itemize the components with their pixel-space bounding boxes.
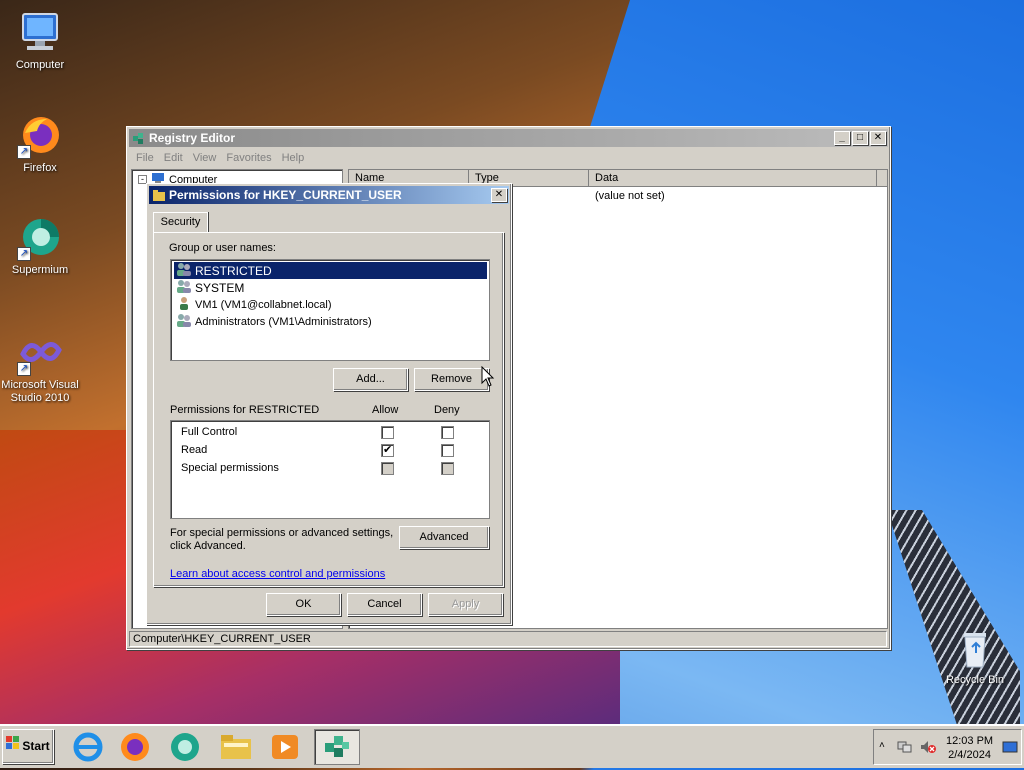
tab-security[interactable]: Security xyxy=(153,212,208,232)
allow-header: Allow xyxy=(372,404,399,416)
permissions-title: Permissions for HKEY_CURRENT_USER xyxy=(169,188,402,202)
special-deny-checkbox xyxy=(441,462,454,475)
desktop-icon-firefox[interactable]: ↗ Firefox xyxy=(0,113,80,175)
volume-muted-icon[interactable] xyxy=(920,740,936,757)
learn-more-link[interactable]: Learn about access control and permissio… xyxy=(170,568,385,580)
mouse-cursor-icon xyxy=(481,365,495,391)
recycle-bin-icon xyxy=(952,625,998,671)
show-desktop-icon[interactable] xyxy=(1002,740,1018,757)
regedit-taskbar-icon xyxy=(322,736,352,765)
dialog-close-button[interactable]: ✕ xyxy=(491,188,507,202)
visual-studio-icon: ↗ xyxy=(17,330,63,376)
special-permissions-text: For special permissions or advanced sett… xyxy=(170,527,394,552)
read-deny-checkbox[interactable] xyxy=(441,444,454,457)
group-icon xyxy=(176,262,192,279)
status-text: Computer\HKEY_CURRENT_USER xyxy=(133,633,311,645)
minimize-button[interactable]: _ xyxy=(834,131,850,145)
clock[interactable]: 12:03 PM 2/4/2024 xyxy=(946,734,993,762)
group-label: Group or user names: xyxy=(169,242,276,254)
deny-header: Deny xyxy=(434,404,460,416)
cancel-button[interactable]: Cancel xyxy=(347,593,422,616)
close-button[interactable]: ✕ xyxy=(870,131,886,145)
user-item-restricted[interactable]: RESTRICTED xyxy=(174,262,487,279)
perm-full-control: Full Control xyxy=(181,426,238,438)
ok-button[interactable]: OK xyxy=(266,593,341,616)
taskbar-media-player-icon[interactable] xyxy=(265,729,307,765)
taskbar: Start ˄ 12:03 PM 2/4/2024 xyxy=(0,724,1024,768)
firefox-icon: ↗ xyxy=(17,113,63,159)
menu-edit[interactable]: Edit xyxy=(159,149,188,167)
taskbar-supermium-icon[interactable] xyxy=(165,729,207,765)
permissions-dialog[interactable]: Permissions for HKEY_CURRENT_USER ✕ Secu… xyxy=(146,183,512,625)
regedit-icon xyxy=(132,131,146,145)
user-item-system[interactable]: SYSTEM xyxy=(174,279,244,296)
special-allow-checkbox xyxy=(381,462,394,475)
regedit-title: Registry Editor xyxy=(149,131,236,145)
users-list[interactable]: RESTRICTED SYSTEM VM1 (VM1@collabnet.loc… xyxy=(170,259,490,361)
menu-help[interactable]: Help xyxy=(277,149,310,167)
tray-expand-icon[interactable]: ˄ xyxy=(879,740,885,751)
desktop-icon-computer[interactable]: Computer xyxy=(0,10,80,72)
full-control-deny-checkbox[interactable] xyxy=(441,426,454,439)
folder-key-icon xyxy=(152,188,166,202)
user-name: Administrators (VM1\Administrators) xyxy=(195,315,372,328)
perm-special: Special permissions xyxy=(181,462,279,474)
start-button[interactable]: Start xyxy=(2,729,54,764)
windows-logo-icon xyxy=(6,730,20,763)
maximize-button[interactable]: □ xyxy=(852,131,868,145)
column-data[interactable]: Data xyxy=(589,170,877,187)
regedit-menubar: File Edit View Favorites Help xyxy=(131,149,309,167)
user-name: VM1 (VM1@collabnet.local) xyxy=(195,298,332,311)
full-control-allow-checkbox[interactable] xyxy=(381,426,394,439)
desktop-icon-visual-studio[interactable]: ↗ Microsoft Visual Studio 2010 xyxy=(0,330,80,405)
user-icon xyxy=(176,296,192,313)
supermium-icon: ↗ xyxy=(17,215,63,261)
taskbar-firefox-icon[interactable] xyxy=(115,729,157,765)
network-icon[interactable] xyxy=(897,740,913,757)
computer-icon xyxy=(17,10,63,56)
regedit-titlebar[interactable]: Registry Editor _ □ ✕ xyxy=(129,129,888,147)
permissions-for-label: Permissions for RESTRICTED xyxy=(170,404,320,416)
group-icon xyxy=(176,313,192,330)
menu-favorites[interactable]: Favorites xyxy=(221,149,276,167)
shortcut-arrow-icon: ↗ xyxy=(17,145,31,159)
user-name: RESTRICTED xyxy=(195,263,272,278)
user-item-vm1[interactable]: VM1 (VM1@collabnet.local) xyxy=(174,296,332,313)
advanced-button[interactable]: Advanced xyxy=(399,526,489,549)
perm-read: Read xyxy=(181,444,208,456)
group-icon xyxy=(176,279,192,296)
shortcut-arrow-icon: ↗ xyxy=(17,362,31,376)
status-bar: Computer\HKEY_CURRENT_USER xyxy=(129,631,887,647)
clock-time: 12:03 PM xyxy=(946,735,994,747)
user-item-administrators[interactable]: Administrators (VM1\Administrators) xyxy=(174,313,372,330)
wallpaper-tower xyxy=(887,510,1020,725)
desktop-icon-recycle-bin[interactable]: Recycle Bin xyxy=(935,625,1015,687)
user-name: SYSTEM xyxy=(195,280,245,295)
read-allow-checkbox[interactable] xyxy=(381,443,394,457)
permissions-list: Full Control Read Special permissions xyxy=(170,420,490,519)
menu-file[interactable]: File xyxy=(131,149,159,167)
menu-view[interactable]: View xyxy=(188,149,222,167)
desktop-icon-supermium[interactable]: ↗ Supermium xyxy=(0,215,80,277)
add-button[interactable]: Add... xyxy=(333,368,408,391)
taskbar-explorer-icon[interactable] xyxy=(216,729,258,765)
tab-panel: Group or user names: RESTRICTED SYSTEM V… xyxy=(153,232,504,587)
system-tray: ˄ 12:03 PM 2/4/2024 xyxy=(873,729,1022,765)
remove-button[interactable]: Remove xyxy=(414,368,489,391)
clock-date: 2/4/2024 xyxy=(948,749,991,761)
taskbar-regedit-button[interactable] xyxy=(314,729,360,765)
permissions-titlebar[interactable]: Permissions for HKEY_CURRENT_USER ✕ xyxy=(149,186,509,204)
value-data-cell: (value not set) xyxy=(595,190,665,202)
taskbar-ie-icon[interactable] xyxy=(68,729,110,765)
shortcut-arrow-icon: ↗ xyxy=(17,247,31,261)
apply-button: Apply xyxy=(428,593,503,616)
